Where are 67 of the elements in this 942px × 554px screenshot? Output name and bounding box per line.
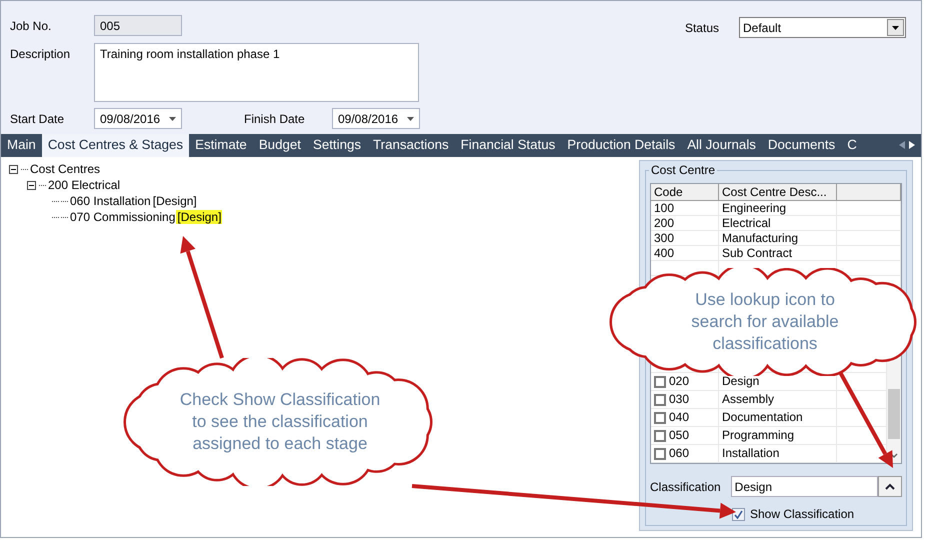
field-label: Description [10, 47, 72, 61]
dropdown-caret-icon [169, 116, 176, 120]
collapse-icon[interactable] [27, 180, 36, 190]
table-cell: 020 [669, 375, 690, 388]
field-label: Status [684, 20, 719, 34]
table-cell: 040 [669, 411, 690, 424]
tree-node-label[interactable]: 070 Commissioning [69, 210, 176, 224]
checkbox[interactable] [654, 376, 666, 388]
table-cell: 050 [669, 429, 690, 442]
table-cell: 060 [669, 447, 690, 460]
classification-tag: [Design] [152, 194, 198, 208]
checkbox[interactable] [654, 448, 666, 460]
table-cell: Assembly [719, 391, 837, 408]
tab[interactable]: Estimate [189, 134, 253, 157]
table-cell: Sub Contract [719, 246, 837, 260]
group-title: Cost Centre [649, 163, 718, 177]
tree-node-label[interactable]: 200 Electrical [47, 178, 122, 192]
checkbox[interactable] [654, 394, 666, 406]
field-label: Job No. [10, 18, 52, 32]
table-cell: Installation [719, 445, 837, 462]
tree-node-label[interactable]: 060 Installation [69, 194, 152, 208]
date-field[interactable]: 09/08/2016 [332, 108, 420, 129]
checkbox[interactable] [654, 412, 666, 424]
field-label: Classification [650, 480, 722, 494]
status-dropdown[interactable]: Default [739, 17, 906, 38]
table-cell: 300 [651, 231, 719, 245]
tab[interactable]: Settings [306, 134, 368, 157]
checkbox[interactable] [654, 430, 666, 442]
date-field[interactable]: 09/08/2016 [94, 108, 182, 129]
callout-text: Check Show Classification to see the classification assigned to each stage [178, 389, 382, 455]
job-number-field[interactable]: 005 [94, 15, 182, 36]
chevron-up-icon [885, 483, 896, 490]
checkbox[interactable] [732, 508, 745, 520]
collapse-icon[interactable] [9, 164, 18, 174]
lookup-button[interactable] [878, 476, 902, 497]
tab[interactable]: Main [1, 134, 42, 157]
scroll-right-icon[interactable] [909, 141, 915, 150]
table-cell: Electrical [719, 216, 837, 230]
tab[interactable]: Transactions [367, 134, 455, 157]
table-cell: 400 [651, 246, 719, 260]
tab[interactable]: C [841, 134, 863, 157]
column-header[interactable]: Cost Centre Desc... [719, 184, 837, 201]
tab[interactable]: All Journals [681, 134, 762, 157]
table-cell: 030 [669, 393, 690, 406]
table-cell: Documentation [719, 409, 837, 426]
callout-text: Use lookup icon to search for available classifications [690, 289, 840, 355]
scrollbar-thumb[interactable] [888, 389, 900, 439]
dropdown-caret-icon [407, 116, 414, 120]
table-cell: Programming [719, 427, 837, 444]
column-header[interactable]: Code [651, 184, 719, 201]
field-label: Start Date [10, 112, 66, 126]
classification-tag: [Design] [176, 210, 222, 224]
description-field[interactable]: Training room installation phase 1 [94, 43, 419, 102]
tab[interactable]: Budget [252, 134, 307, 157]
classification-field[interactable]: Design [730, 476, 878, 497]
tree-node-label[interactable]: Cost Centres [29, 162, 102, 176]
table-cell: 200 [651, 216, 719, 230]
dropdown-arrow-icon [892, 26, 899, 30]
table-cell: Manufacturing [719, 231, 837, 245]
tab[interactable]: Financial Status [454, 134, 562, 157]
tab[interactable]: Documents [762, 134, 842, 157]
tab[interactable]: Cost Centres & Stages [42, 134, 190, 157]
tab[interactable]: Production Details [561, 134, 682, 157]
table-cell: 100 [651, 201, 719, 215]
checkbox-label: Show Classification [750, 507, 854, 521]
field-label: Finish Date [244, 112, 306, 126]
table-cell: Engineering [719, 201, 837, 215]
